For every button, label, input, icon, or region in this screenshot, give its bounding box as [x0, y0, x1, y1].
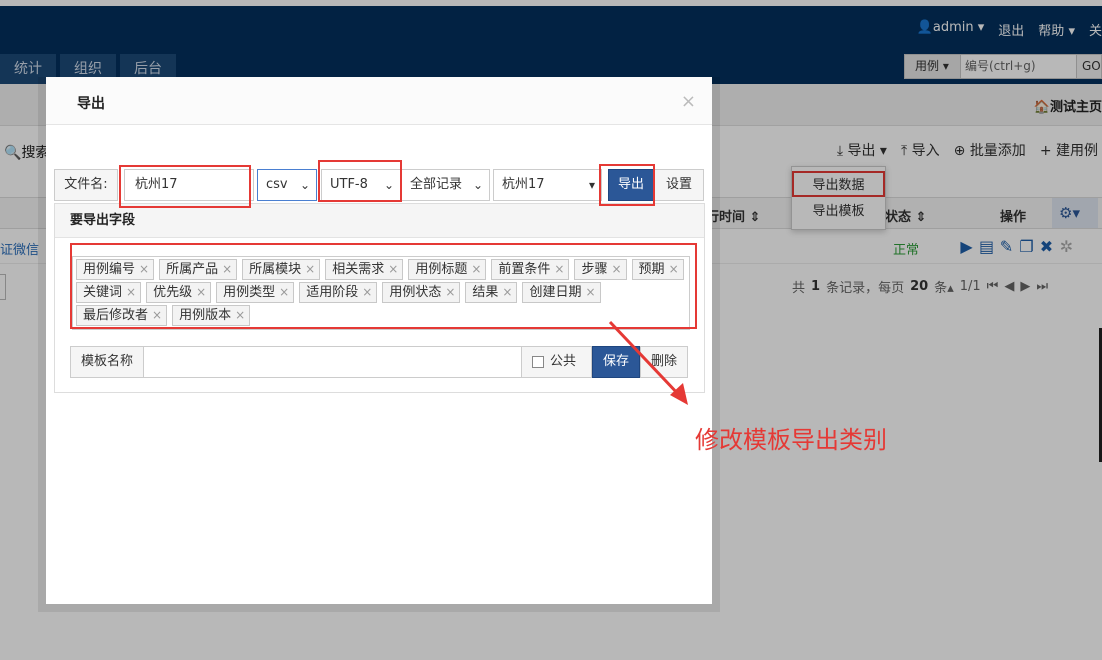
- public-toggle[interactable]: 公共: [522, 346, 592, 378]
- annotation-box-fields: [70, 243, 697, 329]
- chevron-down-icon: ⌄: [299, 178, 310, 192]
- template-name-input[interactable]: [144, 346, 522, 378]
- file-name-label: 文件名:: [54, 169, 118, 201]
- delete-template-button[interactable]: 删除: [640, 346, 688, 378]
- caret-down-icon: ▾: [588, 178, 595, 192]
- save-template-button[interactable]: 保存: [592, 346, 640, 378]
- range-select[interactable]: 全部记录 ⌄: [401, 169, 490, 201]
- range-value: 全部记录: [410, 177, 463, 192]
- template-select[interactable]: 杭州17 ▾: [493, 169, 602, 201]
- annotation-box-export: [599, 164, 655, 206]
- annotation-box-filename: [119, 165, 251, 208]
- public-checkbox[interactable]: [532, 356, 544, 368]
- modal-header: 导出 ×: [46, 77, 712, 125]
- chevron-down-icon: ⌄: [472, 178, 483, 192]
- modal-title: 导出: [77, 96, 105, 112]
- format-select[interactable]: csv ⌄: [257, 169, 317, 201]
- settings-button[interactable]: 设置: [654, 169, 704, 201]
- format-value: csv: [266, 177, 288, 192]
- fields-panel-title: 要导出字段: [55, 204, 704, 238]
- annotation-box-encoding: [318, 160, 402, 202]
- template-name-label: 模板名称: [70, 346, 144, 378]
- annotation-text: 修改模板导出类别: [695, 426, 887, 454]
- template-row: 模板名称 公共 保存 删除: [70, 346, 688, 378]
- close-icon[interactable]: ×: [681, 91, 696, 112]
- public-label: 公共: [550, 354, 577, 369]
- template-value: 杭州17: [502, 177, 545, 192]
- export-modal: 导出 × 文件名: 杭州17 csv ⌄ UTF-8 ⌄ 全部记录 ⌄ 杭州17 ▾ 导…: [46, 77, 712, 604]
